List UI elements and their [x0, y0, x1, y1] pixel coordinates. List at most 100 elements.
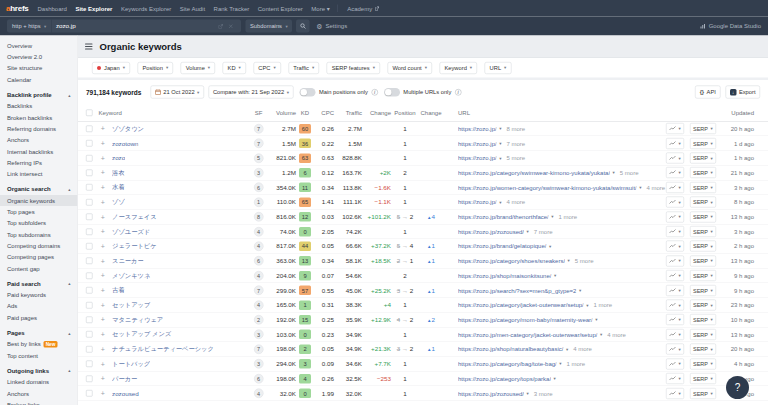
sidebar-item[interactable]: Site structure	[0, 63, 78, 74]
row-checkbox[interactable]	[86, 346, 93, 353]
serp-button[interactable]: SERP▾	[690, 270, 716, 281]
position-history-button[interactable]: ▾	[666, 285, 684, 296]
add-to-list-icon[interactable]: +	[99, 154, 107, 162]
add-to-list-icon[interactable]: +	[99, 139, 107, 147]
chevron-down-icon[interactable]: ▾	[586, 303, 588, 308]
row-checkbox[interactable]	[86, 243, 93, 250]
sidebar-item[interactable]: Broken links	[0, 399, 78, 405]
more-urls-link[interactable]: 4 more	[607, 331, 626, 338]
col-keyword[interactable]: Keyword	[99, 109, 122, 116]
sidebar-item[interactable]: Referring domains	[0, 123, 78, 134]
row-checkbox[interactable]	[86, 361, 93, 368]
date-picker-button[interactable]: 21 Oct 2022 ▾	[150, 86, 204, 99]
nav-item[interactable]: Site Explorer	[75, 5, 112, 12]
row-checkbox[interactable]	[86, 228, 93, 235]
info-icon[interactable]: i	[455, 89, 462, 96]
keyword-link[interactable]: ジェラートピケ	[112, 242, 157, 251]
url-link[interactable]: https://zozo.jp/	[458, 199, 497, 206]
add-to-list-icon[interactable]: +	[99, 242, 107, 250]
sidebar-item[interactable]: Top content	[0, 350, 78, 361]
chevron-down-icon[interactable]: ▾	[600, 332, 602, 337]
keyword-link[interactable]: ナチュラルビューティーベーシック	[112, 345, 214, 354]
col-sf[interactable]: SF	[246, 109, 271, 116]
add-to-list-icon[interactable]: +	[99, 360, 107, 368]
serp-features-badge[interactable]: 6	[254, 183, 264, 193]
position-history-button[interactable]: ▾	[666, 270, 684, 281]
position-history-button[interactable]: ▾	[666, 167, 684, 178]
row-checkbox[interactable]	[86, 140, 93, 147]
serp-features-badge[interactable]: 5	[254, 153, 264, 163]
sidebar-item[interactable]: Backlinks	[0, 100, 78, 111]
add-to-list-icon[interactable]: +	[99, 125, 107, 133]
position-history-button[interactable]: ▾	[666, 300, 684, 311]
nav-item-academy[interactable]: Academy	[347, 5, 380, 12]
scope-dropdown[interactable]: Subdomains▾	[246, 20, 293, 33]
api-button[interactable]: {} API	[695, 86, 720, 99]
serp-features-badge[interactable]: 2	[254, 315, 264, 325]
chevron-down-icon[interactable]: ▾	[579, 288, 581, 293]
url-link[interactable]: https://zozo.jp/category/shoes/sneakers/	[458, 257, 565, 264]
keyword-link[interactable]: トートバッグ	[112, 360, 150, 369]
serp-button[interactable]: SERP▾	[690, 329, 716, 340]
serp-button[interactable]: SERP▾	[690, 285, 716, 296]
url-link[interactable]: https://zozo.jp/shop/maisonkitsune/	[458, 272, 551, 279]
chevron-down-icon[interactable]: ▾	[554, 273, 556, 278]
row-checkbox[interactable]	[86, 272, 93, 279]
serp-features-badge[interactable]: 3	[254, 359, 264, 369]
col-cpc[interactable]: CPC	[314, 109, 334, 116]
url-link[interactable]: https://zozo.jp/category/bag/tote-bag/	[458, 360, 557, 367]
keyword-link[interactable]: セットアップ	[112, 301, 150, 310]
open-link-icon[interactable]	[218, 23, 224, 29]
keyword-link[interactable]: zozotown	[112, 140, 138, 147]
url-link[interactable]: https://zozo.jp/category/swimwear-kimono…	[458, 169, 610, 176]
url-link[interactable]: https://zozo.jp/shop/naturalbeautybasic/	[458, 346, 563, 353]
position-history-button[interactable]: ▾	[666, 226, 684, 237]
filter-button[interactable]: Keyword▾	[439, 62, 477, 74]
add-to-list-icon[interactable]: +	[99, 286, 107, 294]
chevron-down-icon[interactable]: ▾	[499, 141, 501, 146]
serp-features-badge[interactable]: 7	[254, 344, 264, 354]
serp-button[interactable]: SERP▾	[690, 373, 716, 384]
position-history-button[interactable]: ▾	[666, 255, 684, 266]
serp-features-badge[interactable]: 4	[254, 227, 264, 237]
nav-item[interactable]: Site Audit	[180, 5, 205, 12]
nav-item[interactable]: Keywords Explorer	[121, 5, 171, 12]
url-link[interactable]: https://zozo.jp/search/?sex=men&p_gtype=…	[458, 287, 576, 294]
sidebar-item[interactable]: Best by linksNew	[0, 338, 78, 349]
serp-features-badge[interactable]: 7	[254, 286, 264, 296]
position-history-button[interactable]: ▾	[666, 182, 684, 193]
more-urls-link[interactable]: 4 more	[573, 346, 592, 353]
add-to-list-icon[interactable]: +	[99, 213, 107, 221]
sidebar-section-header[interactable]: Outgoing links▴	[0, 365, 78, 376]
help-button[interactable]: ?	[726, 376, 749, 399]
position-history-button[interactable]: ▾	[666, 123, 684, 134]
filter-button[interactable]: Position▾	[137, 62, 173, 74]
chevron-down-icon[interactable]: ▾	[595, 317, 597, 322]
url-link[interactable]: https://zozo.jp/brand/thenorthface/	[458, 213, 549, 220]
row-checkbox[interactable]	[86, 169, 93, 176]
keyword-link[interactable]: ゾゾ	[112, 198, 125, 207]
chevron-down-icon[interactable]: ▾	[613, 170, 615, 175]
url-link[interactable]: https://zozo.jp/	[458, 155, 497, 162]
serp-button[interactable]: SERP▾	[690, 314, 716, 325]
position-history-button[interactable]: ▾	[666, 153, 684, 164]
google-data-studio-link[interactable]: Google Data Studio	[700, 23, 761, 30]
sidebar-item[interactable]: Paid pages	[0, 312, 78, 323]
row-checkbox[interactable]	[86, 155, 93, 162]
serp-button[interactable]: SERP▾	[690, 241, 716, 252]
more-urls-link[interactable]: 7 more	[506, 140, 525, 147]
chevron-down-icon[interactable]: ▾	[527, 391, 529, 396]
filter-button[interactable]: Traffic▾	[288, 62, 319, 74]
more-urls-link[interactable]: 4 more	[646, 184, 665, 191]
sidebar-item[interactable]: Organic keywords	[0, 195, 78, 206]
position-history-button[interactable]: ▾	[666, 138, 684, 149]
chevron-down-icon[interactable]: ▾	[499, 200, 501, 205]
keyword-link[interactable]: 浴衣	[112, 168, 125, 177]
serp-features-badge[interactable]: 4	[254, 389, 264, 399]
chevron-down-icon[interactable]: ▾	[566, 347, 568, 352]
serp-features-badge[interactable]: 7	[254, 139, 264, 149]
more-urls-link[interactable]: 1 more	[567, 360, 586, 367]
serp-features-badge[interactable]: 6	[254, 374, 264, 384]
filter-button[interactable]: Word count▾	[387, 62, 432, 74]
select-all-checkbox[interactable]	[86, 109, 93, 116]
